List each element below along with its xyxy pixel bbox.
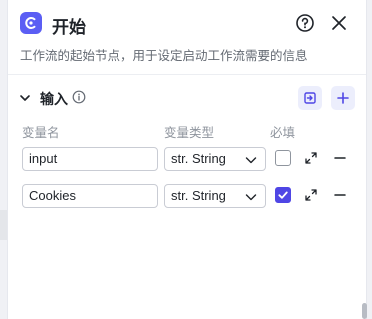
required-checkbox[interactable]: [275, 187, 291, 203]
checkmark-icon: [278, 191, 288, 199]
import-variable-icon: [304, 92, 316, 104]
input-section-header: 输入: [8, 84, 366, 112]
column-header-type: 变量类型: [164, 126, 215, 140]
workflow-start-icon: [20, 12, 42, 34]
panel-header: 开始 工作流的起始节点，用于设定启动工作流需要的信息: [8, 0, 366, 75]
info-icon[interactable]: [72, 90, 86, 104]
required-checkbox[interactable]: [275, 150, 291, 166]
variable-type-value: str. String: [171, 188, 226, 203]
minus-icon[interactable]: [333, 151, 347, 165]
background-canvas-edge: [0, 210, 7, 240]
chevron-down-icon: [245, 157, 257, 164]
chevron-down-icon: [245, 194, 257, 201]
column-header-required: 必填: [270, 126, 296, 140]
node-config-panel: 开始 工作流的起始节点，用于设定启动工作流需要的信息 输入 变量名 变量类型 必…: [7, 0, 367, 319]
chevron-down-icon[interactable]: [18, 91, 32, 105]
import-variable-button[interactable]: [298, 86, 322, 110]
variable-type-select[interactable]: str. String: [164, 147, 266, 171]
add-variable-button[interactable]: [331, 86, 355, 110]
variable-name-input[interactable]: input: [22, 147, 158, 171]
expand-arrows-icon[interactable]: [304, 151, 318, 165]
variable-row: input str. String: [8, 147, 366, 173]
minus-icon[interactable]: [333, 188, 347, 202]
column-header-name: 变量名: [22, 126, 60, 140]
node-description: 工作流的起始节点，用于设定启动工作流需要的信息: [20, 49, 308, 63]
input-section-title: 输入: [40, 91, 68, 107]
expand-arrows-icon[interactable]: [304, 188, 318, 202]
plus-icon: [337, 92, 349, 104]
node-title: 开始: [52, 18, 86, 37]
variable-row: Cookies str. String: [8, 184, 366, 210]
close-icon[interactable]: [330, 14, 348, 32]
panel-scrollbar[interactable]: [362, 303, 367, 319]
variable-type-select[interactable]: str. String: [164, 184, 266, 208]
variable-name-input[interactable]: Cookies: [22, 184, 158, 208]
help-circle-icon[interactable]: [295, 13, 315, 33]
variable-type-value: str. String: [171, 151, 226, 166]
